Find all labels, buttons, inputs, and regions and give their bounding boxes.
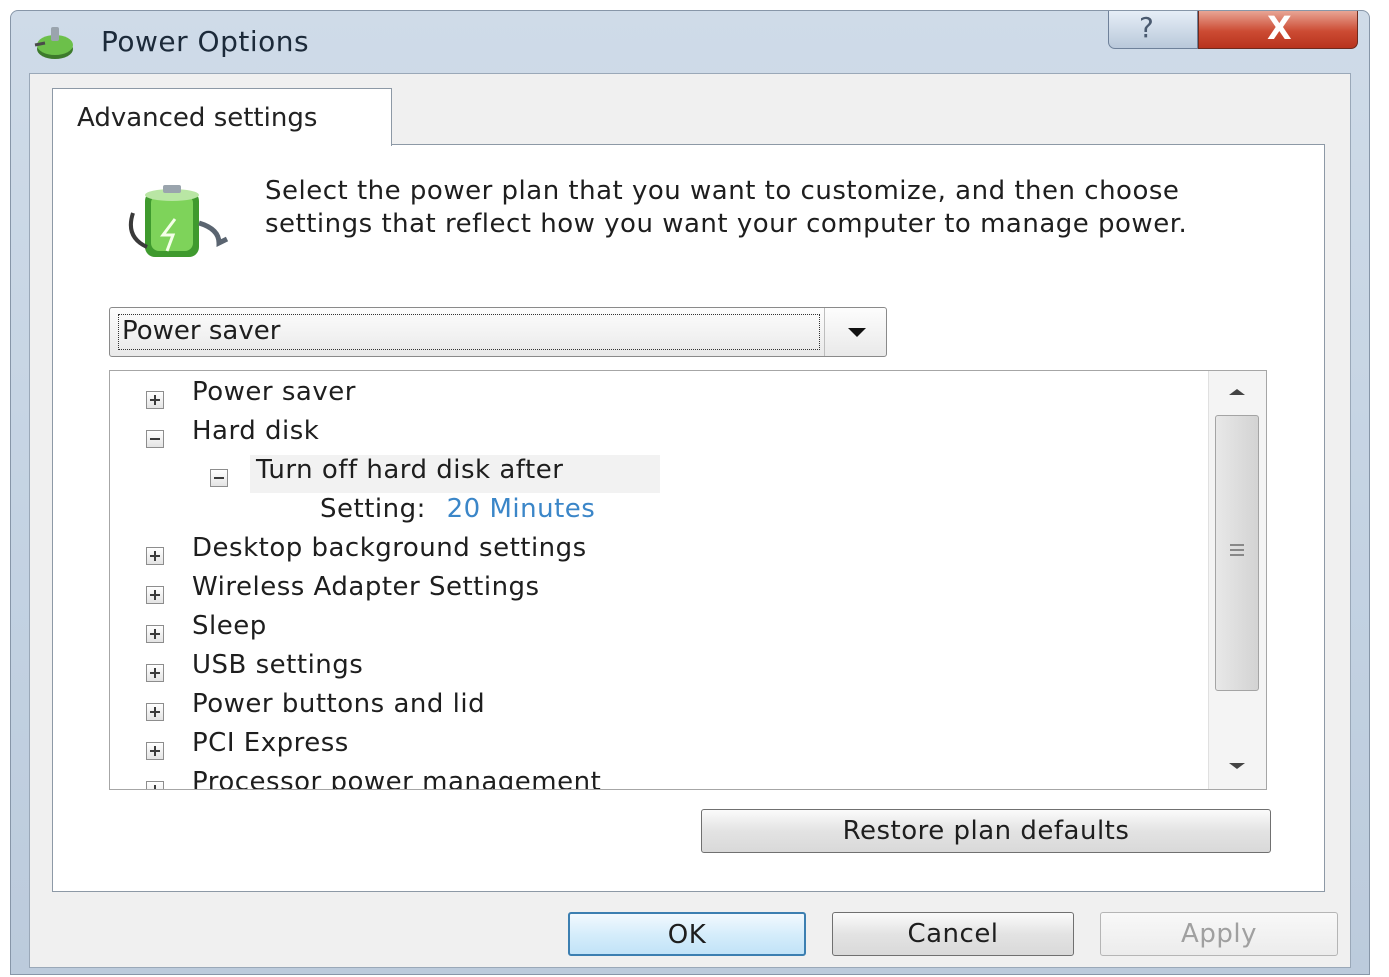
expand-icon[interactable]: [146, 742, 164, 760]
tree-item-label: Power saver: [192, 377, 356, 407]
tree-item-setting[interactable]: Setting: 20 Minutes: [320, 494, 595, 532]
grip-icon: [1230, 544, 1244, 556]
collapse-icon[interactable]: [210, 469, 228, 487]
tree-item-label: Turn off hard disk after: [256, 455, 564, 485]
tree-item-label: Wireless Adapter Settings: [192, 572, 540, 602]
scroll-thumb[interactable]: [1215, 415, 1259, 691]
vertical-scrollbar[interactable]: [1208, 371, 1266, 789]
tree-item-label: USB settings: [192, 650, 364, 680]
tab-advanced-settings[interactable]: Advanced settings: [52, 88, 392, 146]
power-options-window: Power Options ? X Advanced settings Sele…: [10, 10, 1370, 975]
title-bar[interactable]: Power Options ? X: [11, 11, 1369, 75]
advanced-settings-panel: Select the power plan that you want to c…: [52, 144, 1325, 892]
expand-icon[interactable]: [146, 391, 164, 409]
tree-item-label: PCI Express: [192, 728, 349, 758]
tab-label: Advanced settings: [77, 103, 318, 133]
tree-item-label: Desktop background settings: [192, 533, 587, 563]
tree-item-label: Processor power management: [192, 767, 602, 790]
expand-icon[interactable]: [146, 547, 164, 565]
battery-plug-icon: [128, 185, 229, 257]
close-button[interactable]: X: [1198, 11, 1358, 49]
window-title: Power Options: [101, 25, 310, 58]
power-plan-dropdown[interactable]: Power saver: [109, 307, 887, 357]
tree-item-label: Hard disk: [192, 416, 320, 446]
selected-plan: Power saver: [122, 316, 281, 346]
help-icon: ?: [1139, 11, 1154, 44]
restore-plan-defaults-button[interactable]: Restore plan defaults: [701, 809, 1271, 853]
chevron-down-icon[interactable]: [848, 328, 866, 337]
collapse-icon[interactable]: [146, 430, 164, 448]
settings-tree[interactable]: Power saver Hard disk Turn off hard disk…: [109, 370, 1267, 790]
power-options-icon: [34, 27, 73, 59]
expand-icon[interactable]: [146, 703, 164, 721]
help-button[interactable]: ?: [1108, 11, 1198, 49]
dialog-body: Advanced settings Select the power plan …: [29, 73, 1351, 968]
apply-button[interactable]: Apply: [1100, 912, 1338, 956]
cancel-button[interactable]: Cancel: [832, 912, 1074, 956]
expand-icon[interactable]: [146, 586, 164, 604]
dropdown-separator: [824, 308, 825, 356]
expand-icon[interactable]: [146, 664, 164, 682]
setting-label: Setting:: [320, 494, 426, 524]
scroll-up-icon[interactable]: [1229, 389, 1245, 395]
setting-value-link[interactable]: 20 Minutes: [447, 494, 596, 524]
expand-icon[interactable]: [146, 781, 164, 789]
close-icon: X: [1267, 10, 1292, 47]
scroll-down-icon[interactable]: [1229, 763, 1245, 769]
tree-item-label: Power buttons and lid: [192, 689, 486, 719]
ok-button[interactable]: OK: [568, 912, 806, 956]
description-text: Select the power plan that you want to c…: [265, 176, 1188, 239]
expand-icon[interactable]: [146, 625, 164, 643]
tree-item-label: Sleep: [192, 611, 267, 641]
